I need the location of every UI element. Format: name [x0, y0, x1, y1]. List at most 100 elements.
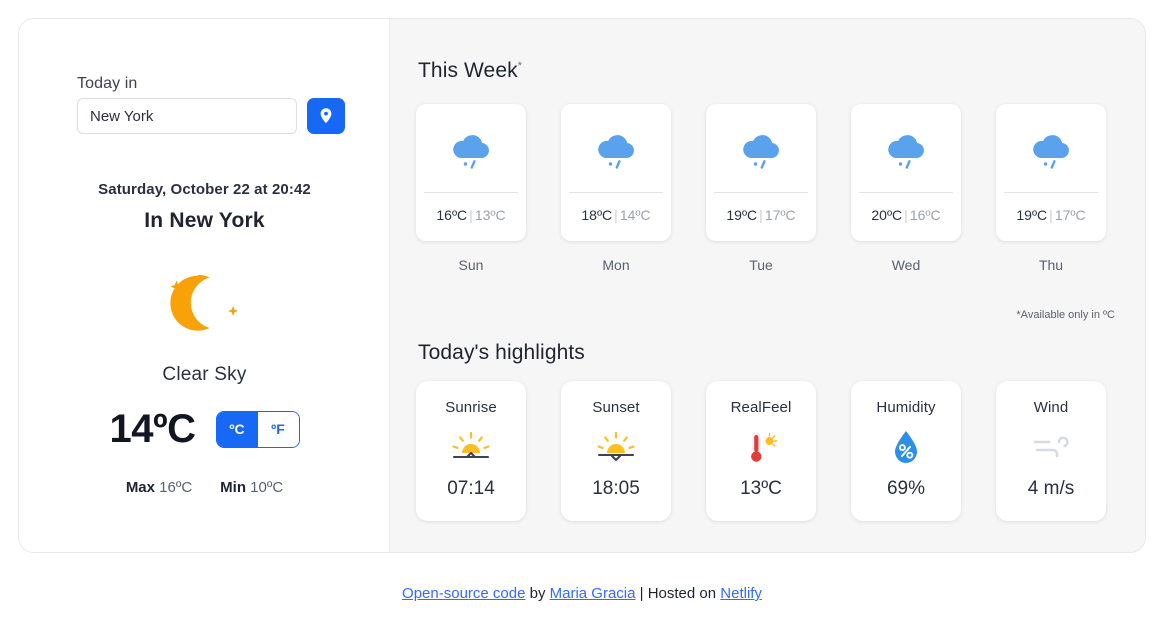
unit-celsius-button[interactable]: ºC — [216, 411, 258, 447]
forecast-card-divider — [714, 192, 808, 193]
unit-toggle[interactable]: ºC ºF — [215, 410, 300, 448]
current-city-heading: In New York — [144, 209, 265, 232]
highlight-icon — [1028, 430, 1074, 464]
water-drop-icon — [895, 431, 917, 463]
rain-cloud-icon — [1033, 135, 1069, 169]
forecast-temp-separator: | — [1049, 207, 1053, 223]
forecast-card-divider — [424, 192, 518, 193]
forecast-day-name: Wed — [891, 257, 921, 273]
highlight-card: Wind 4 m/s — [996, 381, 1106, 521]
current-temperature: 14ºC — [109, 407, 197, 451]
forecast-temperatures: 20ºC | 16ºC — [871, 207, 940, 223]
highlight-icon — [448, 430, 494, 464]
rain-cloud-icon — [453, 135, 489, 169]
highlight-label: Sunset — [592, 399, 640, 416]
forecast-day-card: 16ºC | 13ºC — [416, 104, 526, 241]
forecast-high: 19ºC — [1016, 207, 1048, 223]
forecast-day-card: 19ºC | 17ºC — [706, 104, 816, 241]
todays-highlights-heading: Today's highlights — [418, 341, 585, 364]
footer-divider-text: | Hosted on — [635, 585, 721, 602]
forecast-day: 19ºC | 17ºC Thu — [996, 104, 1106, 273]
max-temperature: Max 16ºC — [126, 479, 192, 496]
highlight-label: Sunrise — [445, 399, 497, 416]
footer-by-text: by — [525, 585, 550, 602]
forecast-day: 16ºC | 13ºC Sun — [416, 104, 526, 273]
forecast-high: 20ºC — [871, 207, 903, 223]
forecast-day-card: 20ºC | 16ºC — [851, 104, 961, 241]
forecast-day: 19ºC | 17ºC Tue — [706, 104, 816, 273]
max-label: Max — [125, 479, 155, 496]
app-container: Today in Saturday, October 22 at 20:42 I… — [18, 18, 1146, 553]
highlight-value: 4 m/s — [1027, 478, 1075, 499]
rain-cloud-icon — [743, 135, 779, 169]
forecast-low: 13ºC — [474, 207, 506, 223]
forecast-day-name: Sun — [458, 257, 484, 273]
sunrise-icon — [452, 431, 490, 459]
highlight-value: 69% — [886, 478, 926, 499]
forecast-temp-separator: | — [469, 207, 473, 223]
forecast-temp-separator: | — [904, 207, 908, 223]
highlight-label: Humidity — [876, 399, 936, 416]
forecast-temp-separator: | — [759, 207, 763, 223]
current-condition-icon-wrap — [19, 267, 390, 351]
forecast-card-divider — [1004, 192, 1098, 193]
highlight-value: 13ºC — [740, 478, 782, 499]
forecast-temp-separator: | — [614, 207, 618, 223]
highlight-card: Sunrise 07:14 — [416, 381, 526, 521]
forecast-low: 17ºC — [764, 207, 796, 223]
forecast-low: 14ºC — [619, 207, 651, 223]
forecast-temperatures: 19ºC | 17ºC — [726, 207, 795, 223]
forecast-day-name: Mon — [602, 257, 630, 273]
author-link[interactable]: Maria Gracia — [550, 585, 636, 602]
forecast-day: 18ºC | 14ºC Mon — [561, 104, 671, 273]
highlight-icon — [742, 430, 780, 464]
unit-fahrenheit-button[interactable]: ºF — [257, 411, 299, 447]
weekly-forecast-list: 16ºC | 13ºC Sun 18ºC | 14ºC Mon 19ºC | 1… — [416, 104, 1106, 273]
forecast-high: 18ºC — [581, 207, 613, 223]
right-panel: This Week* 16ºC | 13ºC Sun 18ºC | 14ºC M… — [390, 19, 1145, 552]
highlight-value: 07:14 — [447, 478, 495, 499]
netlify-link[interactable]: Netlify — [720, 585, 762, 602]
weather-app-page: Today in Saturday, October 22 at 20:42 I… — [0, 0, 1164, 628]
forecast-card-divider — [569, 192, 663, 193]
forecast-day-name: Tue — [749, 257, 773, 273]
rain-cloud-icon — [598, 135, 634, 169]
forecast-temperatures: 18ºC | 14ºC — [581, 207, 650, 223]
location-pin-icon — [320, 108, 332, 124]
sunset-icon — [597, 431, 635, 462]
forecast-low: 16ºC — [909, 207, 941, 223]
highlight-value: 18:05 — [592, 478, 640, 499]
geolocation-button[interactable] — [307, 98, 345, 134]
forecast-low: 17ºC — [1054, 207, 1086, 223]
city-search-input[interactable] — [77, 98, 297, 134]
highlight-label: RealFeel — [730, 399, 792, 416]
rain-cloud-icon — [888, 135, 924, 169]
this-week-heading-text: This Week — [418, 59, 518, 82]
highlight-icon — [891, 430, 921, 464]
forecast-temperatures: 19ºC | 17ºC — [1016, 207, 1085, 223]
current-date-time: Saturday, October 22 at 20:42 — [98, 181, 311, 198]
footer: Open-source code by Maria Gracia | Hoste… — [0, 585, 1164, 602]
min-max-row: Max 16ºC Min 10ºC — [19, 479, 390, 496]
left-panel: Today in Saturday, October 22 at 20:42 I… — [19, 19, 390, 552]
current-condition-text: Clear Sky — [162, 364, 247, 385]
forecast-day-name: Thu — [1038, 257, 1064, 273]
forecast-high: 19ºC — [726, 207, 758, 223]
temperature-row: 14ºC ºC ºF — [19, 409, 390, 449]
forecast-temperatures: 16ºC | 13ºC — [436, 207, 505, 223]
min-label: Min — [220, 479, 246, 496]
highlight-card: RealFeel 13ºC — [706, 381, 816, 521]
min-value: 10ºC — [250, 479, 284, 496]
forecast-day: 20ºC | 16ºC Wed — [851, 104, 961, 273]
wind-icon — [1033, 436, 1069, 458]
open-source-code-link[interactable]: Open-source code — [402, 585, 525, 602]
min-temperature: Min 10ºC — [220, 479, 283, 496]
this-week-asterisk: * — [517, 60, 523, 72]
thermometer-icon — [751, 432, 778, 462]
this-week-heading: This Week* — [418, 59, 522, 83]
city-search-row — [77, 98, 345, 134]
today-in-label: Today in — [77, 75, 138, 92]
highlights-list: Sunrise 07:14 Sunset 18:05 RealFeel 13ºC… — [416, 381, 1106, 521]
max-value: 16ºC — [159, 479, 193, 496]
highlight-card: Sunset 18:05 — [561, 381, 671, 521]
